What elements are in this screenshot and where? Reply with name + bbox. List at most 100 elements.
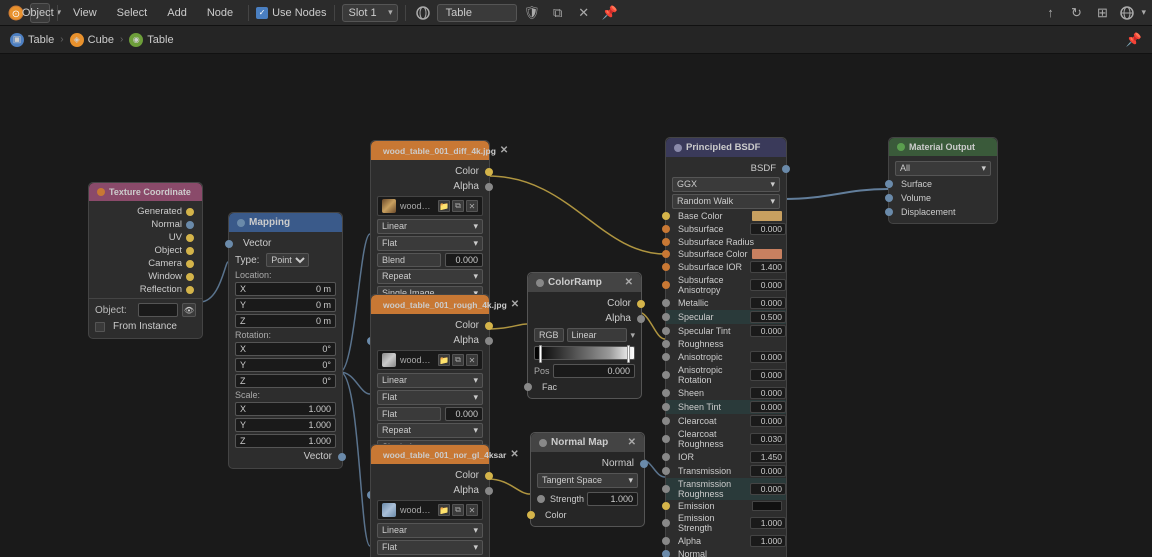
- bsdf-dist-select[interactable]: GGX▾: [672, 177, 780, 192]
- bsdf-sheen-tint-value[interactable]: 0.000: [750, 401, 786, 413]
- tex-nor-header[interactable]: wood_table_001_nor_gl_4ksar ✕: [371, 445, 489, 464]
- mapping-sc-z[interactable]: Z1.000: [235, 434, 336, 448]
- tc-eye-btn[interactable]: 👁: [182, 303, 196, 317]
- bsdf-normal-socket[interactable]: [662, 550, 670, 557]
- bsdf-ior-value[interactable]: 1.450: [750, 451, 786, 463]
- colorramp-alpha-out-socket[interactable]: [637, 315, 645, 323]
- material-output-volume-socket[interactable]: [885, 194, 893, 202]
- tex-diff-copy-btn[interactable]: ⧉: [452, 200, 464, 212]
- globe-icon[interactable]: [1117, 3, 1137, 23]
- bsdf-subsurface-socket[interactable]: [662, 225, 670, 233]
- tex-nor-x-btn[interactable]: ✕: [466, 504, 478, 516]
- bsdf-aniso-rot-socket[interactable]: [662, 371, 670, 379]
- bsdf-trans-rough-socket[interactable]: [662, 485, 670, 493]
- colorramp-close[interactable]: ✕: [625, 277, 633, 288]
- tex-diff-blend-value[interactable]: 0.000: [445, 253, 483, 267]
- close-material-icon[interactable]: ✕: [573, 2, 595, 24]
- bsdf-alpha-value[interactable]: 1.000: [750, 535, 786, 547]
- menu-add[interactable]: Add: [159, 5, 195, 21]
- breadcrumb-material[interactable]: ◉ Table: [129, 33, 173, 47]
- tex-rough-linear-select[interactable]: Linear▾: [377, 373, 483, 388]
- tc-object-input[interactable]: [138, 303, 178, 317]
- bsdf-specular-socket[interactable]: [662, 313, 670, 321]
- tex-rough-blend-value[interactable]: 0.000: [445, 407, 483, 421]
- bsdf-transmission-socket[interactable]: [662, 467, 670, 475]
- bsdf-spec-tint-socket[interactable]: [662, 327, 670, 335]
- mapping-rot-x[interactable]: X0°: [235, 342, 336, 356]
- mapping-loc-x[interactable]: X0 m: [235, 282, 336, 296]
- mapping-rot-y[interactable]: Y0°: [235, 358, 336, 372]
- menu-view[interactable]: View: [65, 5, 105, 21]
- texture-coordinate-header[interactable]: Texture Coordinate: [89, 183, 202, 201]
- tex-rough-folder-btn[interactable]: 📁: [438, 354, 450, 366]
- normal-map-strength-in-socket[interactable]: [537, 495, 545, 503]
- tex-rough-flat-select[interactable]: Flat▾: [377, 390, 483, 405]
- bsdf-clearcoat-socket[interactable]: [662, 417, 670, 425]
- tc-from-instance-row[interactable]: From Instance: [89, 319, 202, 334]
- material-output-surface-socket[interactable]: [885, 180, 893, 188]
- normal-map-header[interactable]: Normal Map ✕: [531, 433, 644, 452]
- object-mode-icon[interactable]: Object ▾: [30, 3, 50, 23]
- bsdf-spec-tint-value[interactable]: 0.000: [750, 325, 786, 337]
- tex-nor-alpha-socket[interactable]: [485, 487, 493, 495]
- colorramp-left-stop[interactable]: [539, 345, 542, 363]
- grid-icon[interactable]: ⊞: [1091, 2, 1113, 24]
- bsdf-metallic-value[interactable]: 0.000: [750, 297, 786, 309]
- bsdf-emission-strength-socket[interactable]: [662, 519, 670, 527]
- tex-rough-close[interactable]: ✕: [511, 299, 519, 310]
- bsdf-trans-rough-value[interactable]: 0.000: [750, 483, 786, 495]
- mapping-rot-z[interactable]: Z0°: [235, 374, 336, 388]
- normal-map-close[interactable]: ✕: [628, 437, 636, 448]
- colorramp-color-out-socket[interactable]: [637, 300, 645, 308]
- mapping-sc-x[interactable]: X1.000: [235, 402, 336, 416]
- mapping-vector-in-socket[interactable]: [225, 240, 233, 248]
- tex-nor-color-socket[interactable]: [485, 472, 493, 480]
- bsdf-base-color-socket[interactable]: [662, 212, 670, 220]
- bsdf-emission-socket[interactable]: [662, 502, 670, 510]
- bsdf-subsurf-aniso-socket[interactable]: [662, 281, 670, 289]
- bsdf-subsurf-aniso-value[interactable]: 0.000: [750, 279, 786, 291]
- bsdf-header[interactable]: Principled BSDF: [666, 138, 786, 157]
- mapping-header[interactable]: Mapping: [229, 213, 342, 232]
- bsdf-emission-strength-value[interactable]: 1.000: [750, 517, 786, 529]
- bsdf-subsurf-ior-value[interactable]: 1.400: [750, 261, 786, 273]
- tex-nor-linear-select[interactable]: Linear▾: [377, 523, 483, 538]
- sphere-icon[interactable]: [413, 3, 433, 23]
- pin-active-icon[interactable]: 📌: [599, 2, 621, 24]
- menu-node[interactable]: Node: [199, 5, 241, 21]
- tex-rough-header[interactable]: wood_table_001_rough_4k.jpg ✕: [371, 295, 489, 314]
- tex-rough-alpha-socket[interactable]: [485, 337, 493, 345]
- bsdf-aniso-rot-value[interactable]: 0.000: [750, 369, 786, 381]
- bsdf-base-color-swatch[interactable]: [752, 211, 782, 221]
- tex-rough-blend-select[interactable]: Flat: [377, 407, 441, 421]
- tc-reflection-socket[interactable]: [186, 286, 194, 294]
- bsdf-anisotropic-socket[interactable]: [662, 353, 670, 361]
- use-nodes-toggle[interactable]: ✓ Use Nodes: [256, 7, 326, 19]
- tex-rough-x-btn[interactable]: ✕: [466, 354, 478, 366]
- tex-diff-blend-select[interactable]: Blend: [377, 253, 441, 267]
- tex-rough-color-socket[interactable]: [485, 322, 493, 330]
- bsdf-subsurf-ior-socket[interactable]: [662, 263, 670, 271]
- bsdf-sheen-socket[interactable]: [662, 389, 670, 397]
- tex-rough-copy-btn[interactable]: ⧉: [452, 354, 464, 366]
- colorramp-right-stop[interactable]: [627, 345, 630, 363]
- shield-icon[interactable]: 🛡: [521, 2, 543, 24]
- tex-diff-x-btn[interactable]: ✕: [466, 200, 478, 212]
- tex-diff-color-socket[interactable]: [485, 168, 493, 176]
- colorramp-linear-btn[interactable]: Linear: [567, 328, 628, 342]
- tc-window-socket[interactable]: [186, 273, 194, 281]
- bsdf-clearcoat-value[interactable]: 0.000: [750, 415, 786, 427]
- bsdf-alpha-socket[interactable]: [662, 537, 670, 545]
- bsdf-subsurf-radius-socket[interactable]: [662, 238, 670, 246]
- bsdf-roughness-socket[interactable]: [662, 340, 670, 348]
- tex-diff-flat-select[interactable]: Flat▾: [377, 236, 483, 251]
- tc-generated-socket[interactable]: [186, 208, 194, 216]
- colorramp-fac-in-socket[interactable]: [524, 383, 532, 391]
- material-output-all-select[interactable]: All▾: [895, 161, 991, 176]
- material-output-header[interactable]: Material Output: [889, 138, 997, 156]
- normal-map-ts-select[interactable]: Tangent Space▾: [537, 473, 638, 488]
- tex-diff-repeat-select[interactable]: Repeat▾: [377, 269, 483, 284]
- tex-nor-folder-btn[interactable]: 📁: [438, 504, 450, 516]
- mapping-loc-y[interactable]: Y0 m: [235, 298, 336, 312]
- bsdf-sheen-tint-socket[interactable]: [662, 403, 670, 411]
